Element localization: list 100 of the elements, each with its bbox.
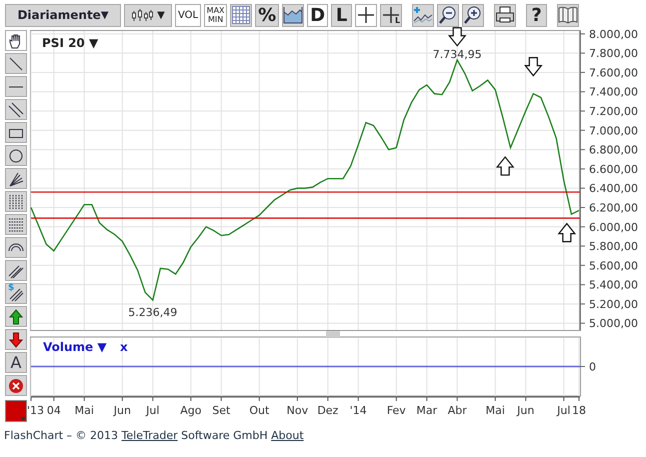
volume-title[interactable]: Volume ▼ <box>43 340 107 354</box>
x-axis-label: Mai <box>486 404 505 417</box>
volume-axis-label: 0 <box>589 360 596 374</box>
candlestick-icon <box>131 8 154 22</box>
tool-button[interactable] <box>5 375 27 396</box>
tool-button[interactable] <box>5 237 27 258</box>
down-arrow-icon <box>8 332 24 348</box>
y-axis-label: 7.400,00 <box>589 86 638 99</box>
tool-button[interactable] <box>5 168 27 189</box>
x-axis-label: Jun <box>114 404 131 417</box>
company-link[interactable]: TeleTrader <box>122 429 178 442</box>
y-axis-label: 6.800,00 <box>589 144 638 157</box>
arc-icon <box>8 243 24 252</box>
x-axis-label: 18 <box>572 404 586 417</box>
y-axis-label: 5.600,00 <box>589 259 638 272</box>
x-axis-label: Mai <box>74 404 94 417</box>
book-icon <box>558 6 578 24</box>
y-axis-label: 6.600,00 <box>589 162 638 176</box>
horizontal-lines-icon <box>8 216 24 232</box>
x-axis-label: Dez <box>317 404 338 417</box>
max-min-button[interactable]: MAX MIN <box>204 4 228 26</box>
toolbar-button[interactable] <box>462 4 484 26</box>
zoom-out-icon <box>439 6 458 24</box>
crosshair-icon <box>382 6 400 24</box>
line-icon <box>8 56 24 72</box>
y-axis-label: 6.000,00 <box>589 220 638 234</box>
extreme-value-label: 5.236,49 <box>128 306 178 320</box>
fan-lines-icon <box>8 170 24 186</box>
toolbar-button[interactable]: ? <box>526 4 548 26</box>
x-axis-label: '14 <box>350 404 367 417</box>
x-axis-label: '13 <box>27 404 44 417</box>
crosshair-button[interactable]: L <box>380 4 402 26</box>
extreme-value-label: 7.734,95 <box>432 48 482 61</box>
x-axis-label: 04 <box>46 404 61 417</box>
tool-button[interactable] <box>5 191 27 212</box>
y-axis-label: 7.000,00 <box>589 124 638 138</box>
x-axis-label: Abr <box>448 404 467 417</box>
caret-icon <box>20 417 26 421</box>
down-arrow <box>524 57 543 77</box>
circle-icon <box>8 148 24 164</box>
printer-icon <box>495 6 516 24</box>
zoom-in-icon <box>464 6 482 24</box>
x-axis-label: Fev <box>386 404 406 417</box>
toolbar-button[interactable] <box>282 4 304 26</box>
tool-button[interactable] <box>5 306 27 327</box>
tool-button[interactable] <box>5 329 27 350</box>
channel-icon <box>8 102 24 118</box>
x-axis-label: Mar <box>416 404 438 417</box>
x-axis-label: Set <box>212 404 230 417</box>
toolbar-button[interactable] <box>437 4 460 26</box>
toolbar-button[interactable]: VOL <box>175 4 202 26</box>
x-axis-label: Ago <box>180 404 202 417</box>
color-picker[interactable] <box>5 400 27 422</box>
y-axis-label: 5.200,00 <box>589 298 638 311</box>
toolbar-button[interactable] <box>355 4 378 26</box>
toolbar-button[interactable] <box>412 4 434 26</box>
y-axis-label: 7.800,00 <box>589 47 638 60</box>
vertical-lines-icon <box>8 194 24 210</box>
tool-button[interactable] <box>5 122 27 143</box>
y-axis-label: 7.600,00 <box>589 66 638 80</box>
y-axis-label: 5.400,00 <box>589 278 638 292</box>
chart-title: PSI 20 ▼ <box>42 36 98 50</box>
y-axis-label: 5.800,00 <box>589 240 638 254</box>
up-arrow-icon <box>8 308 24 324</box>
y-axis-label: 6.400,00 <box>589 182 638 196</box>
tool-button[interactable] <box>5 145 27 166</box>
tool-button[interactable] <box>5 53 27 74</box>
horizontal-line-icon <box>9 86 23 88</box>
crosshair-icon <box>357 6 376 24</box>
close-panel-link[interactable]: x <box>120 340 128 354</box>
toolbar-button[interactable]: D <box>307 4 328 26</box>
y-axis-label: 7.200,00 <box>589 105 638 118</box>
delete-icon <box>8 378 24 394</box>
tool-button[interactable] <box>5 30 27 51</box>
tool-button[interactable] <box>5 99 27 120</box>
tool-button[interactable] <box>5 214 27 235</box>
x-axis-label: Nov <box>286 404 308 417</box>
parallel-lines-icon <box>8 262 24 278</box>
toolbar-button[interactable]: L <box>331 4 352 26</box>
toolbar-button[interactable]: % <box>255 4 280 26</box>
interval-dropdown[interactable]: Diariamente▼ <box>5 4 121 26</box>
y-axis-label: 5.000,00 <box>589 317 638 330</box>
chart-type-dropdown[interactable]: ▼ <box>124 4 172 26</box>
about-link[interactable]: About <box>271 429 304 442</box>
y-axis-label: 8.000,00 <box>589 28 638 41</box>
y-axis-label: 6.200,00 <box>589 202 638 214</box>
toolbar-button[interactable] <box>557 4 580 26</box>
tool-button[interactable] <box>5 260 27 281</box>
x-axis-label: Jul <box>557 404 570 417</box>
resize-handle[interactable] <box>326 330 340 336</box>
add-indicator-icon <box>413 6 434 24</box>
up-arrow <box>496 156 514 176</box>
up-arrow <box>558 222 576 242</box>
grid-icon <box>232 6 250 24</box>
toolbar-button[interactable] <box>494 4 516 26</box>
text-tool-button[interactable]: A <box>5 352 27 373</box>
area-chart-icon <box>283 6 304 24</box>
tool-button[interactable] <box>5 76 27 97</box>
x-axis-label: Jul <box>146 404 160 417</box>
x-axis-label: Jun <box>517 404 534 417</box>
